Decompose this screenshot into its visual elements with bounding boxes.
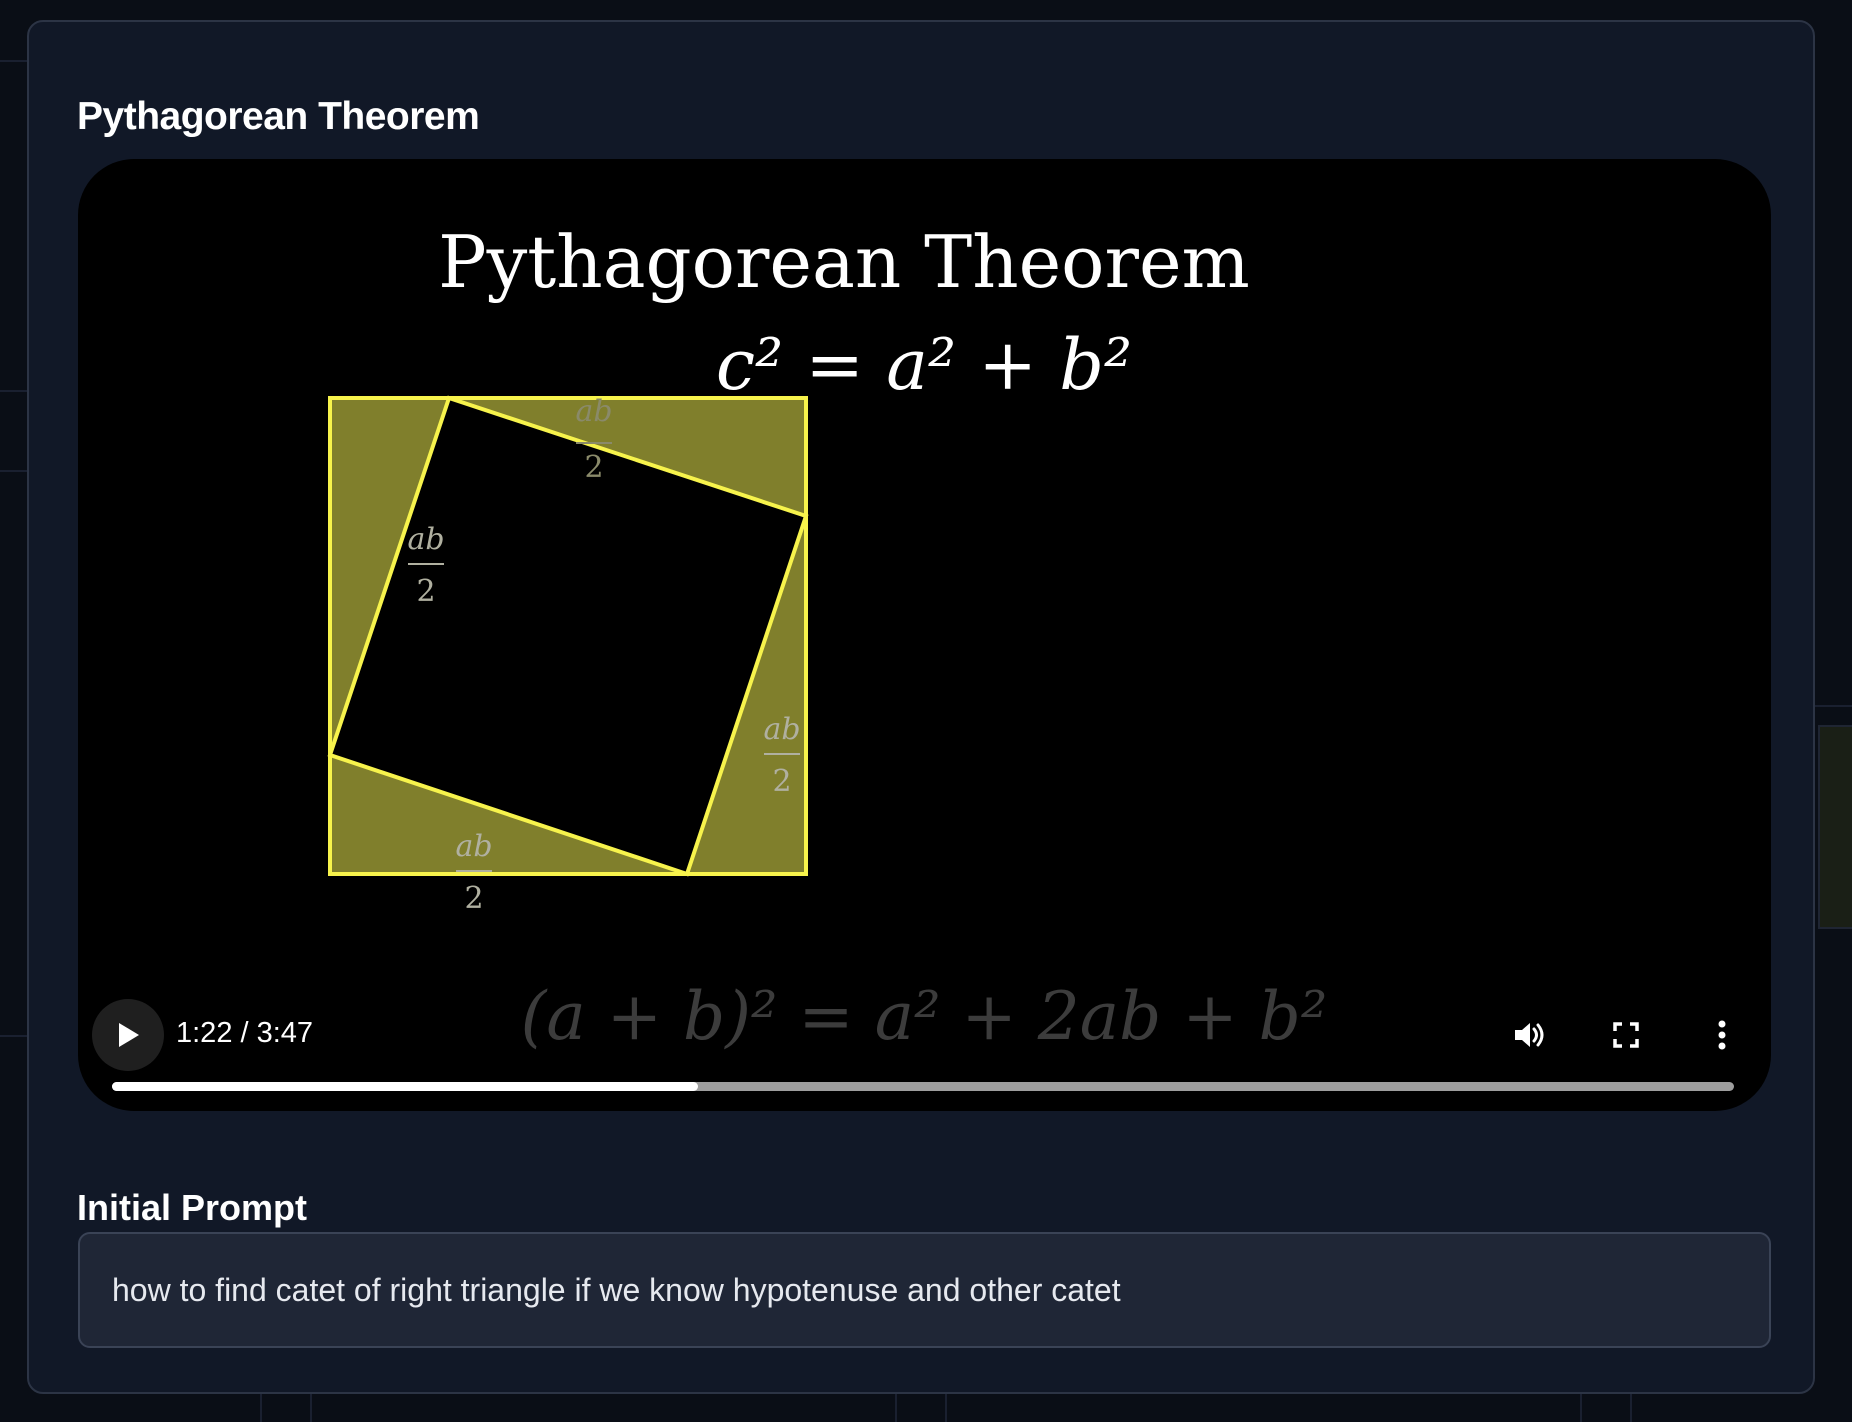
triangle-label-numerator: ab: [575, 394, 612, 429]
background-divider: [1580, 1394, 1582, 1422]
background-divider: [1815, 705, 1852, 707]
modal-title: Pythagorean Theorem: [77, 95, 480, 138]
background-divider: [0, 390, 27, 392]
video-player[interactable]: Pythagorean Theorem c² = a² + b² ab 2 ab…: [78, 159, 1771, 1111]
triangle-label-numerator: ab: [763, 712, 800, 747]
background-divider: [0, 1035, 27, 1037]
triangle-label-denominator: 2: [464, 881, 483, 916]
progress-fill: [112, 1082, 698, 1091]
video-modal: Pythagorean Theorem Pythagorean Theorem …: [27, 20, 1815, 1394]
scene-formula-main: c² = a² + b²: [716, 324, 1132, 406]
background-divider: [260, 1394, 262, 1422]
more-options-button[interactable]: [1686, 999, 1758, 1071]
background-divider: [895, 1394, 897, 1422]
triangle-label-numerator: ab: [455, 829, 492, 864]
background-panel: [1818, 725, 1852, 929]
background-divider: [945, 1394, 947, 1422]
fullscreen-button[interactable]: [1590, 999, 1662, 1071]
play-button[interactable]: [92, 999, 164, 1071]
time-display: 1:22 / 3:47: [176, 1017, 314, 1049]
triangle-label-denominator: 2: [584, 450, 603, 485]
more-vertical-icon: [1718, 1020, 1726, 1050]
background-divider: [310, 1394, 312, 1422]
triangle-label-denominator: 2: [772, 764, 791, 799]
triangle-label-numerator: ab: [407, 522, 444, 557]
volume-button[interactable]: [1494, 999, 1566, 1071]
background-divider: [0, 470, 27, 472]
fullscreen-icon: [1613, 1022, 1639, 1048]
volume-icon: [1515, 1023, 1544, 1047]
prompt-box: how to find catet of right triangle if w…: [78, 1232, 1771, 1348]
progress-bar[interactable]: [112, 1082, 1734, 1091]
background-divider: [1630, 1394, 1632, 1422]
video-frame: Pythagorean Theorem c² = a² + b² ab 2 ab…: [327, 220, 1328, 1055]
scene-heading: Pythagorean Theorem: [438, 220, 1250, 304]
prompt-text: how to find catet of right triangle if w…: [112, 1271, 1121, 1308]
triangle-label-denominator: 2: [416, 574, 435, 609]
background-divider: [0, 60, 27, 62]
prompt-section-title: Initial Prompt: [77, 1187, 308, 1228]
play-icon: [119, 1023, 139, 1047]
scene-formula-expand: (a + b)² = a² + 2ab + b²: [521, 978, 1328, 1055]
